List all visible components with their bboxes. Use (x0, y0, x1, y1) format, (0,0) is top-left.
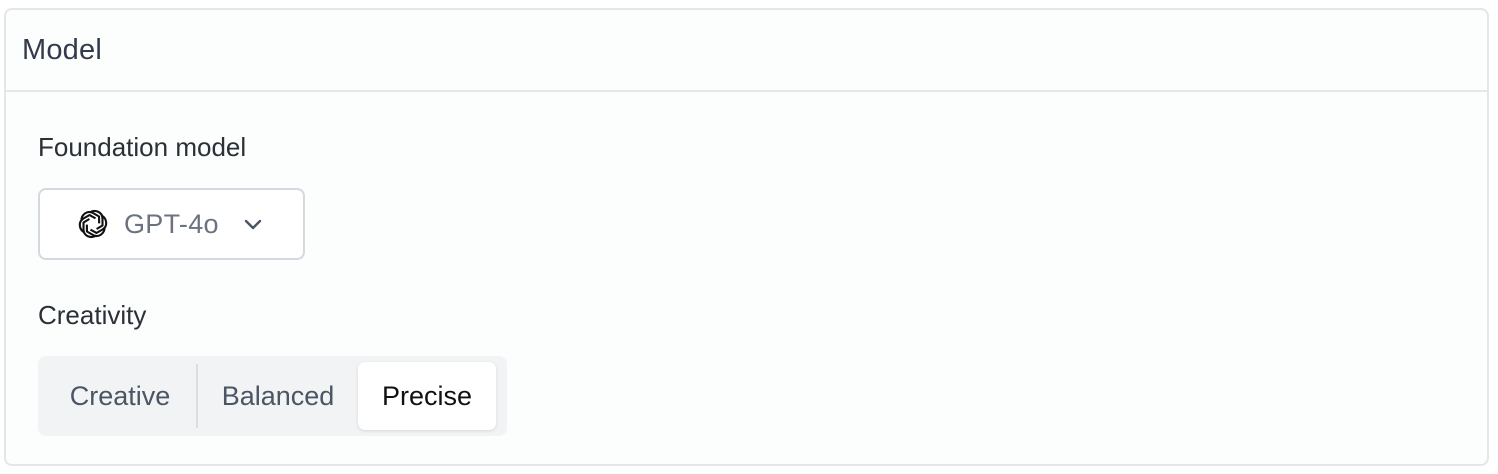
panel-header: Model (6, 10, 1487, 92)
foundation-model-select[interactable]: GPT-4o (38, 188, 305, 260)
creativity-option-balanced[interactable]: Balanced (198, 362, 358, 430)
model-panel: Model Foundation model GPT-4o Creativity… (4, 8, 1489, 466)
creativity-option-precise[interactable]: Precise (358, 362, 496, 430)
selected-model-name: GPT-4o (124, 208, 219, 239)
chevron-down-icon (241, 212, 265, 236)
foundation-model-label: Foundation model (38, 132, 247, 162)
creativity-segmented-control: Creative Balanced Precise (38, 356, 507, 436)
panel-title: Model (22, 33, 102, 66)
creativity-label: Creativity (38, 300, 147, 330)
openai-logo-icon (76, 207, 110, 241)
creativity-option-creative[interactable]: Creative (44, 362, 196, 430)
